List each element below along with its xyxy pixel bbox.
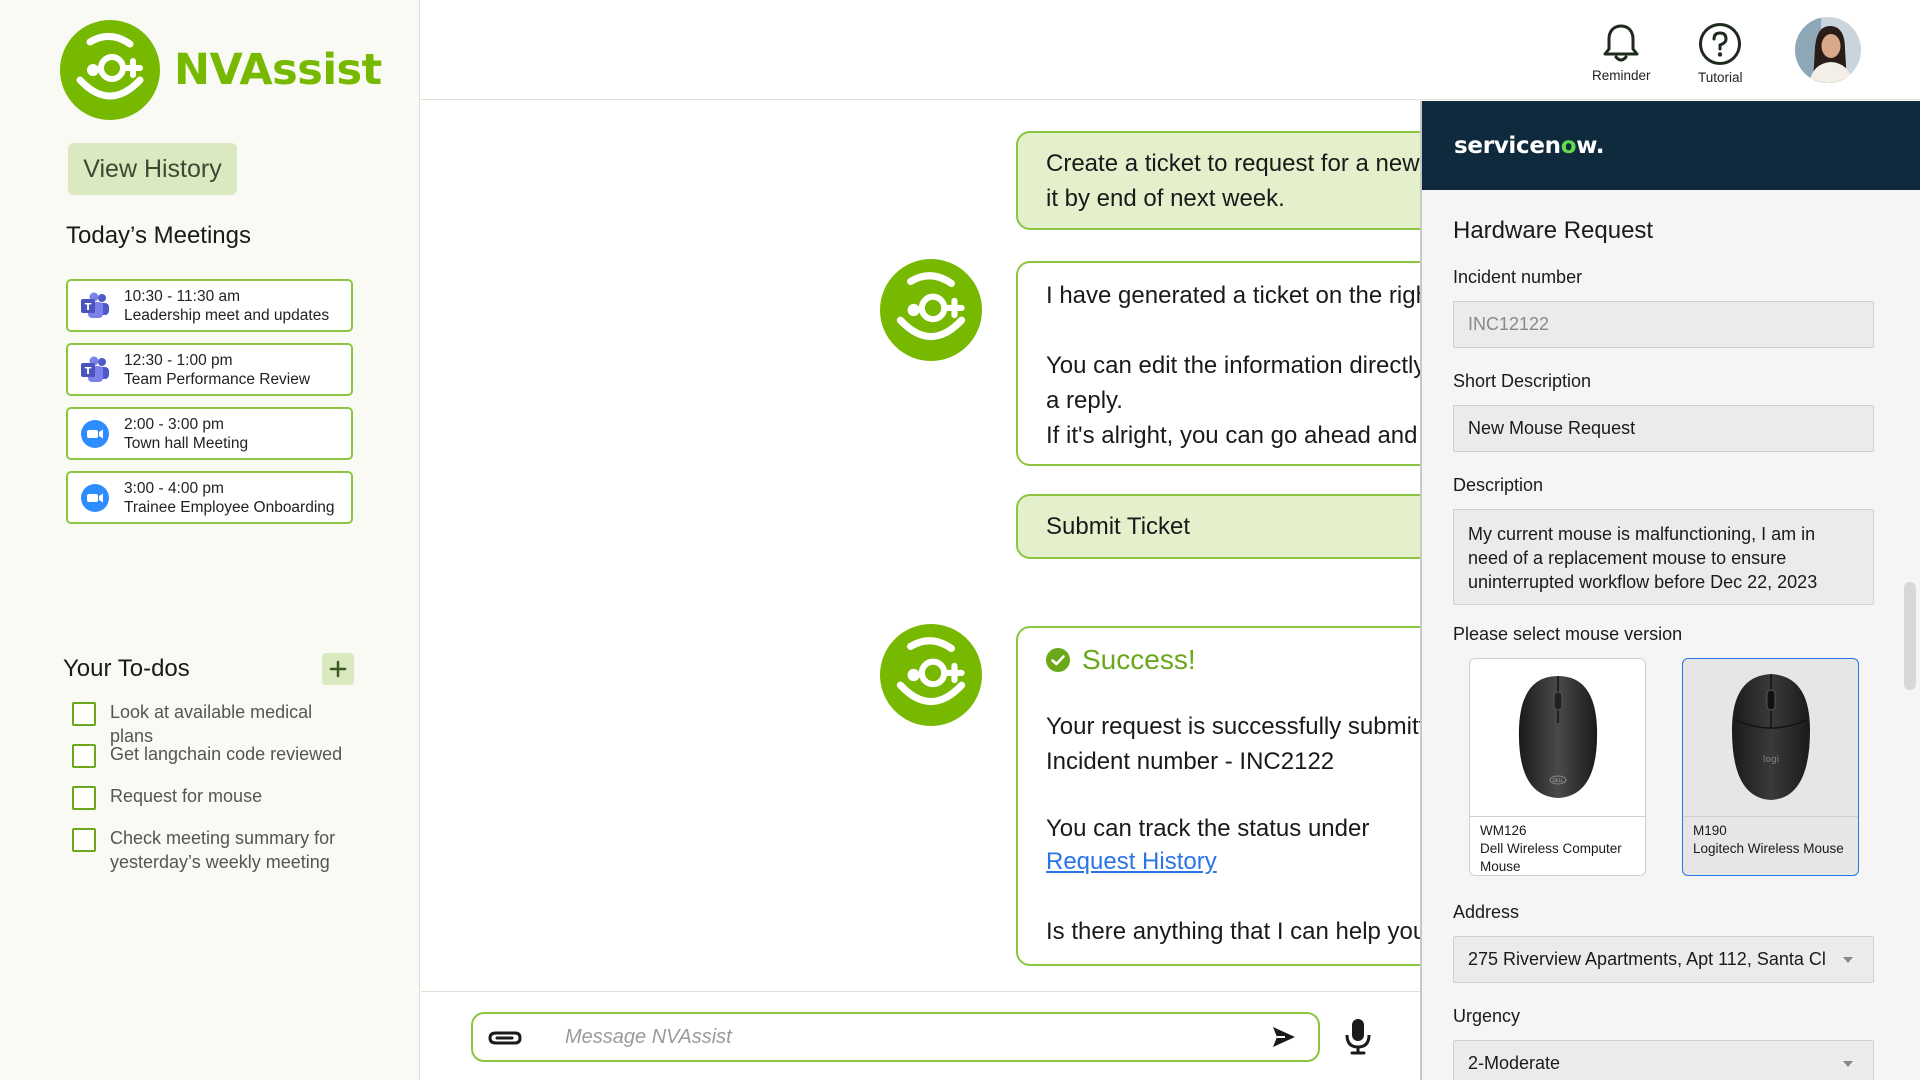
todo-label: Look at available medical plans bbox=[110, 702, 313, 746]
bell-icon bbox=[1603, 24, 1639, 62]
servicenow-panel: servicenow. Hardware Request Incident nu… bbox=[1420, 101, 1920, 1080]
mouse-model: WM126 bbox=[1480, 823, 1527, 838]
todo-item: Look at available medical plans bbox=[72, 700, 350, 748]
todo-checkbox[interactable] bbox=[72, 786, 96, 810]
todo-checkbox[interactable] bbox=[72, 702, 96, 726]
meeting-item[interactable]: T 10:30 - 11:30 am Leadership meet and u… bbox=[66, 279, 353, 332]
add-todo-button[interactable] bbox=[322, 653, 354, 685]
help-circle-icon bbox=[1699, 23, 1742, 65]
teams-icon: T bbox=[80, 291, 110, 321]
urgency-value: 2-Moderate bbox=[1468, 1053, 1561, 1073]
form-title: Hardware Request bbox=[1453, 217, 1654, 244]
success-title: Success! bbox=[1082, 644, 1196, 675]
top-bar: Reminder Tutorial bbox=[421, 0, 1920, 100]
meeting-item[interactable]: 2:00 - 3:00 pm Town hall Meeting bbox=[66, 407, 353, 460]
send-icon bbox=[1273, 1027, 1295, 1047]
meetings-title: Today’s Meetings bbox=[66, 222, 251, 249]
zoom-icon bbox=[80, 419, 110, 449]
sidebar: NVAssist View History Today’s Meetings T… bbox=[0, 0, 420, 1080]
app-logo: NVAssist bbox=[60, 20, 382, 120]
address-label: Address bbox=[1453, 902, 1520, 922]
meeting-title: Town hall Meeting bbox=[124, 434, 249, 452]
meeting-time: 10:30 - 11:30 am bbox=[124, 287, 241, 305]
dropdown-caret-icon bbox=[1843, 1060, 1853, 1067]
chat-panel: Create a ticket to request for a new mou… bbox=[421, 101, 1802, 991]
paperclip-icon bbox=[488, 1031, 522, 1045]
mouse-name: Logitech Wireless Mouse bbox=[1693, 841, 1844, 856]
reminder-label: Reminder bbox=[1592, 68, 1651, 83]
address-value: 275 Riverview Apartments, Apt 112, Santa… bbox=[1468, 949, 1826, 969]
mouse-image: logi bbox=[1683, 659, 1858, 817]
description-field[interactable]: My current mouse is malfunctioning, I am… bbox=[1453, 509, 1874, 605]
panel-scrollbar[interactable] bbox=[1904, 582, 1916, 690]
logitech-mouse-image: logi bbox=[1731, 673, 1810, 800]
svg-text:T: T bbox=[85, 302, 92, 313]
incident-number-field: INC12122 bbox=[1453, 301, 1874, 348]
meeting-item[interactable]: T 12:30 - 1:00 pm Team Performance Revie… bbox=[66, 343, 353, 396]
short-description-field[interactable]: New Mouse Request bbox=[1453, 405, 1874, 452]
user-avatar-icon bbox=[1795, 17, 1861, 83]
todo-item: Get langchain code reviewed bbox=[72, 742, 350, 768]
tutorial-button[interactable]: Tutorial bbox=[1698, 22, 1743, 85]
microphone-button[interactable] bbox=[1340, 1016, 1376, 1056]
reminder-button[interactable]: Reminder bbox=[1592, 22, 1651, 83]
dell-mouse-image: DELL bbox=[1518, 675, 1597, 798]
todo-checkbox[interactable] bbox=[72, 744, 96, 768]
short-description-label: Short Description bbox=[1453, 371, 1592, 391]
mouse-version-label: Please select mouse version bbox=[1453, 624, 1683, 644]
svg-text:DELL: DELL bbox=[1552, 778, 1564, 784]
message-input[interactable] bbox=[565, 1025, 1266, 1049]
todo-checkbox[interactable] bbox=[72, 828, 96, 852]
nvassist-logo-icon bbox=[60, 20, 160, 120]
mouse-name: Dell Wireless Computer Mouse bbox=[1480, 841, 1622, 874]
todo-label: Request for mouse bbox=[110, 786, 263, 806]
tutorial-label: Tutorial bbox=[1698, 70, 1743, 85]
bot-avatar bbox=[880, 259, 982, 361]
meeting-title: Trainee Employee Onboarding bbox=[124, 498, 335, 516]
todo-item: Request for mouse bbox=[72, 784, 350, 810]
todo-label: Check meeting summary for yesterday’s we… bbox=[110, 828, 336, 872]
view-history-button[interactable]: View History bbox=[68, 143, 237, 195]
dropdown-caret-icon bbox=[1843, 956, 1853, 963]
attach-button[interactable] bbox=[485, 1017, 525, 1057]
teams-icon: T bbox=[80, 355, 110, 385]
app-name: NVAssist bbox=[174, 45, 382, 95]
check-circle-icon bbox=[1046, 647, 1070, 672]
zoom-icon bbox=[80, 483, 110, 513]
mouse-image: DELL bbox=[1470, 659, 1645, 817]
urgency-label: Urgency bbox=[1453, 1006, 1521, 1026]
urgency-select[interactable]: 2-Moderate bbox=[1453, 1040, 1874, 1080]
meeting-item[interactable]: 3:00 - 4:00 pm Trainee Employee Onboardi… bbox=[66, 471, 353, 524]
todo-item: Check meeting summary for yesterday’s we… bbox=[72, 826, 350, 874]
message-composer bbox=[471, 1012, 1320, 1062]
profile-avatar[interactable] bbox=[1795, 17, 1861, 83]
meeting-time: 2:00 - 3:00 pm bbox=[124, 415, 224, 433]
composer-divider bbox=[421, 991, 1420, 992]
mouse-option-m190[interactable]: logi M190 Logitech Wireless Mouse bbox=[1682, 658, 1859, 876]
bot-avatar bbox=[880, 624, 982, 726]
meeting-title: Team Performance Review bbox=[124, 370, 311, 388]
microphone-icon bbox=[1345, 1019, 1371, 1055]
request-history-link[interactable]: Request History bbox=[1046, 847, 1217, 877]
mouse-options: DELL WM126 Dell Wireless Computer Mouse … bbox=[1453, 658, 1882, 876]
send-button[interactable] bbox=[1266, 1019, 1302, 1055]
mouse-model: M190 bbox=[1693, 823, 1727, 838]
message-text: Submit Ticket bbox=[1046, 513, 1191, 540]
plus-icon bbox=[329, 660, 347, 678]
meeting-time: 12:30 - 1:00 pm bbox=[124, 351, 233, 369]
servicenow-header: servicenow. bbox=[1422, 101, 1920, 190]
servicenow-logo: servicenow. bbox=[1454, 132, 1605, 159]
address-select[interactable]: 275 Riverview Apartments, Apt 112, Santa… bbox=[1453, 936, 1874, 983]
meeting-time: 3:00 - 4:00 pm bbox=[124, 479, 224, 497]
svg-text:T: T bbox=[85, 366, 92, 377]
todo-label: Get langchain code reviewed bbox=[110, 744, 343, 764]
incident-label: Incident number bbox=[1453, 267, 1583, 287]
description-label: Description bbox=[1453, 475, 1544, 495]
nvassist-logo-icon bbox=[880, 624, 982, 726]
svg-text:logi: logi bbox=[1762, 755, 1778, 765]
meeting-title: Leadership meet and updates bbox=[124, 306, 330, 324]
todos-title: Your To-dos bbox=[63, 655, 190, 682]
nvassist-logo-icon bbox=[880, 259, 982, 361]
mouse-option-wm126[interactable]: DELL WM126 Dell Wireless Computer Mouse bbox=[1469, 658, 1646, 876]
